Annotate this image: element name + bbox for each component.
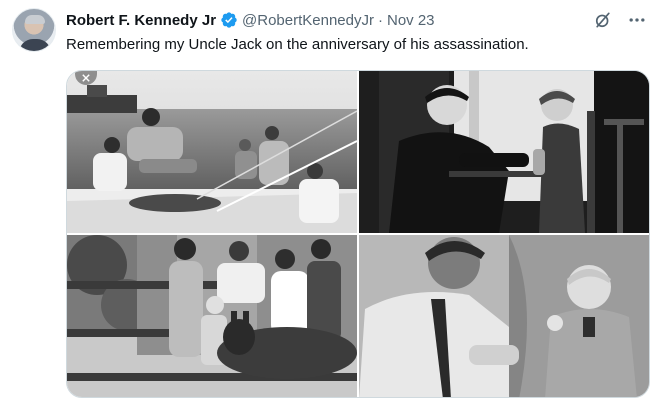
grok-icon[interactable] <box>592 9 614 31</box>
photo-sailboat[interactable] <box>67 71 357 233</box>
avatar-suit <box>19 39 51 51</box>
separator-dot: · <box>378 11 383 29</box>
photo-man-and-boy[interactable] <box>359 235 649 397</box>
tweet-header: Robert F. Kennedy Jr @RobertKennedyJr · … <box>66 10 435 30</box>
author-handle[interactable]: @RobertKennedyJr <box>242 12 374 29</box>
avatar[interactable] <box>12 8 56 52</box>
author-name[interactable]: Robert F. Kennedy Jr <box>66 12 216 29</box>
tweet-actions <box>592 9 648 31</box>
more-icon[interactable] <box>626 9 648 31</box>
tweet-date[interactable]: Nov 23 <box>387 12 435 29</box>
tweet-text: Remembering my Uncle Jack on the anniver… <box>66 36 529 53</box>
tweet[interactable]: Robert F. Kennedy Jr @RobertKennedyJr · … <box>0 0 664 402</box>
verified-badge-icon <box>220 11 238 29</box>
media-grid <box>66 70 650 398</box>
photo-living-room[interactable] <box>359 71 649 233</box>
avatar-hair <box>25 15 45 24</box>
photo-donkey[interactable] <box>67 235 357 397</box>
